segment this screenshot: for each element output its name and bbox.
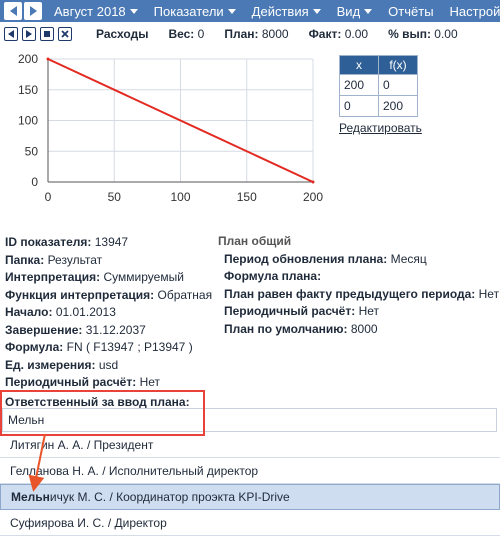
close-icon (61, 30, 69, 38)
prev-period-button[interactable] (4, 2, 22, 20)
menu-indicators-label: Показатели (153, 3, 224, 19)
indicator-name: Расходы (96, 27, 149, 41)
plan-row: Период обновления плана: Месяц (224, 251, 427, 266)
plan-info: План: 8000 (224, 27, 289, 41)
plan-info-block: План общий Период обновления плана: Меся… (218, 233, 500, 338)
plan-row: План по умолчанию: 8000 (224, 321, 378, 336)
fact-info: Факт: 0.00 (308, 27, 369, 41)
plan-heading: План общий (218, 234, 292, 248)
data-point (46, 57, 50, 61)
y-tick-label: 100 (18, 114, 38, 128)
plan-row: Периодичный расчёт: Нет (224, 304, 380, 318)
close-button[interactable] (58, 27, 72, 41)
weight-info: Вес: 0 (168, 27, 205, 41)
list-item[interactable]: Литягин А. А. / Президент (0, 432, 500, 458)
column-header-fx: f(x) (378, 55, 418, 75)
square-icon (44, 31, 50, 37)
table-cell: 0 (378, 74, 418, 96)
y-tick-label: 200 (18, 52, 38, 66)
percent-info: % вып: 0.00 (388, 27, 458, 41)
edit-link[interactable]: Редактировать (339, 121, 422, 135)
toolbar: Расходы Вес: 0 План: 8000 Факт: 0.00 % в… (0, 26, 500, 42)
list-item-selected[interactable]: Мельн ичук М. С. / Координатор проэкта KP… (0, 484, 500, 510)
table-cell: 0 (339, 95, 379, 117)
period-dropdown[interactable]: Август 2018 (54, 4, 138, 19)
chevron-down-icon (312, 8, 321, 14)
info-row: Папка: Результат (5, 252, 103, 267)
arrow-left-icon (8, 30, 14, 38)
arrow-left-icon (9, 6, 17, 16)
menu-actions-label: Действия (251, 3, 309, 19)
list-item[interactable]: Гелланова Н. А. / Исполнительный директо… (0, 458, 500, 484)
indicator-info: ID показателя: 13947 Папка: Результат Ин… (5, 234, 212, 392)
menubar: Август 2018 Показатели Действия Вид Отчё… (0, 0, 500, 22)
responsible-input[interactable] (2, 408, 497, 432)
list-item[interactable]: Суфиярова И. С. / Директор (0, 510, 500, 536)
arrow-right-icon (29, 6, 37, 16)
y-tick-label: 50 (25, 144, 39, 158)
function-table: x f(x) 200 0 0 200 (339, 55, 418, 117)
chevron-down-icon (129, 8, 138, 14)
column-header-x: x (339, 55, 379, 75)
x-tick-label: 50 (108, 190, 122, 204)
chevron-down-icon (364, 8, 373, 14)
period-label: Август 2018 (54, 3, 126, 19)
info-row: Интерпретация: Суммируемый (5, 270, 184, 284)
plan-row: План равен факту предыдущего периода: Не… (224, 286, 500, 301)
responsible-label: Ответственный за ввод плана: (5, 395, 190, 409)
info-row: Начало: 01.01.2013 (5, 305, 116, 319)
info-row: Завершение: 31.12.2037 (5, 322, 146, 337)
data-point (311, 180, 315, 184)
menu-view-label: Вид (336, 3, 361, 19)
forward-button[interactable] (22, 27, 36, 41)
menu-reports[interactable]: Отчёты (388, 4, 433, 19)
table-row: 0 200 (339, 95, 418, 117)
menu-indicators[interactable]: Показатели (154, 4, 236, 19)
x-tick-label: 0 (45, 190, 52, 204)
table-header-row: x f(x) (339, 55, 418, 75)
x-tick-label: 200 (303, 190, 323, 204)
plan-function-chart: 0 50 100 150 200 0 50 100 150 200 (18, 52, 323, 204)
y-tick-label: 150 (18, 83, 38, 97)
info-row: Формула: FN ( F13947 ; P13947 ) (5, 340, 193, 354)
stop-button[interactable] (40, 27, 54, 41)
menu-settings-label: Настройки (449, 3, 500, 19)
info-row: Ед. измерения: usd (5, 357, 119, 372)
arrow-right-icon (26, 30, 32, 38)
table-cell: 200 (378, 95, 418, 117)
menu-settings[interactable]: Настройки (450, 4, 500, 19)
x-tick-label: 100 (170, 190, 190, 204)
menu-reports-label: Отчёты (388, 3, 434, 19)
autocomplete-list: Литягин А. А. / Президент Гелланова Н. А… (0, 432, 500, 536)
back-button[interactable] (4, 27, 18, 41)
menu-view[interactable]: Вид (337, 4, 373, 19)
menu-actions[interactable]: Действия (252, 4, 321, 19)
info-row: Функция интерпретация: Обратная (5, 287, 213, 302)
table-cell: 200 (339, 74, 379, 96)
info-row: Периодичный расчёт: Нет (5, 375, 161, 389)
y-tick-label: 0 (31, 175, 38, 189)
info-row: ID показателя: 13947 (5, 235, 129, 249)
table-row: 200 0 (339, 74, 418, 96)
chevron-down-icon (227, 8, 236, 14)
plan-row: Формула плана: (224, 269, 322, 283)
x-tick-label: 150 (237, 190, 257, 204)
next-period-button[interactable] (24, 2, 42, 20)
